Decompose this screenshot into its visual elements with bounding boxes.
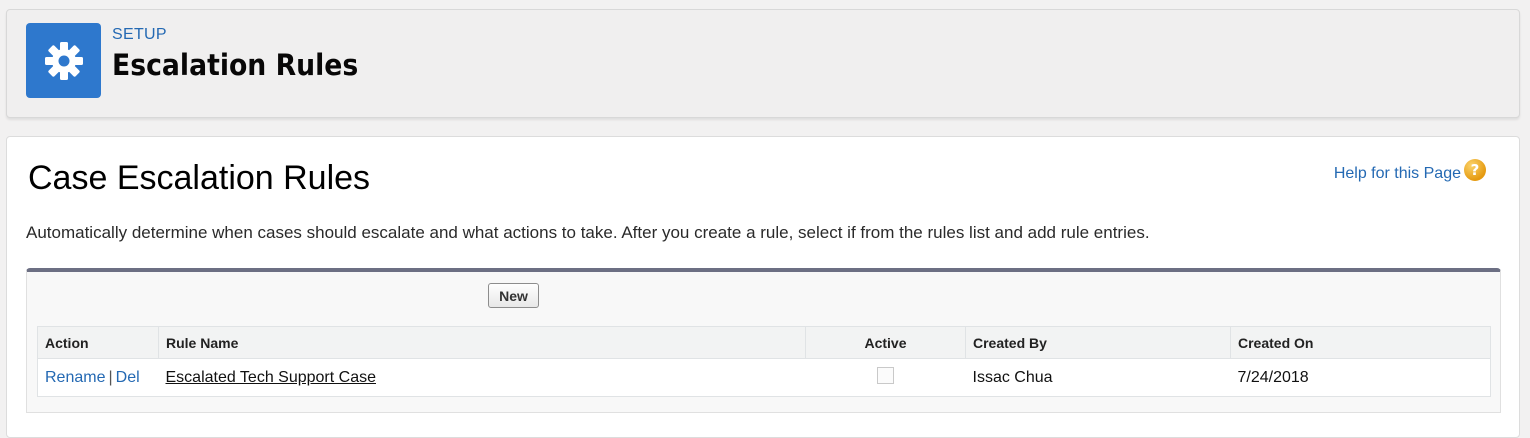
breadcrumb[interactable]: SETUP: [112, 26, 167, 44]
help-icon[interactable]: ?: [1464, 159, 1486, 181]
column-header-rule-name[interactable]: Rule Name: [158, 326, 806, 359]
row-actions-cell: Rename | Del: [38, 359, 159, 397]
page-header: SETUP Escalation Rules: [6, 9, 1520, 118]
active-cell: [806, 359, 966, 397]
rule-name-link[interactable]: Escalated Tech Support Case: [166, 369, 377, 386]
rules-table: Action Rule Name Active Created By Creat…: [37, 326, 1491, 397]
rename-link[interactable]: Rename: [45, 369, 105, 386]
rule-name-cell: Escalated Tech Support Case: [159, 359, 806, 397]
section-title: Case Escalation Rules: [28, 159, 371, 197]
rules-list-panel: New Action Rule Name Active Created By C…: [26, 268, 1501, 413]
table-row: Rename | Del Escalated Tech Support Case I…: [38, 359, 1491, 397]
column-header-created-on[interactable]: Created On: [1230, 326, 1491, 359]
action-separator: |: [108, 368, 113, 386]
page-title: Escalation Rules: [112, 48, 359, 82]
table-header-row: Action Rule Name Active Created By Creat…: [37, 326, 1491, 359]
created-on-cell: 7/24/2018: [1237, 368, 1309, 386]
column-header-action: Action: [37, 326, 159, 359]
page-description: Automatically determine when cases shoul…: [26, 223, 1150, 242]
new-rule-button[interactable]: New: [488, 283, 539, 308]
gear-icon: [44, 41, 83, 80]
column-header-created-by[interactable]: Created By: [965, 326, 1231, 359]
column-header-active[interactable]: Active: [805, 326, 966, 359]
help-link[interactable]: Help for this Page: [1334, 165, 1461, 183]
created-by-cell: Issac Chua: [972, 368, 1053, 386]
active-checkbox: [877, 366, 894, 384]
setup-icon-box: [26, 23, 101, 98]
delete-link[interactable]: Del: [116, 369, 140, 386]
content-panel: Case Escalation Rules Help for this Page…: [6, 136, 1520, 438]
